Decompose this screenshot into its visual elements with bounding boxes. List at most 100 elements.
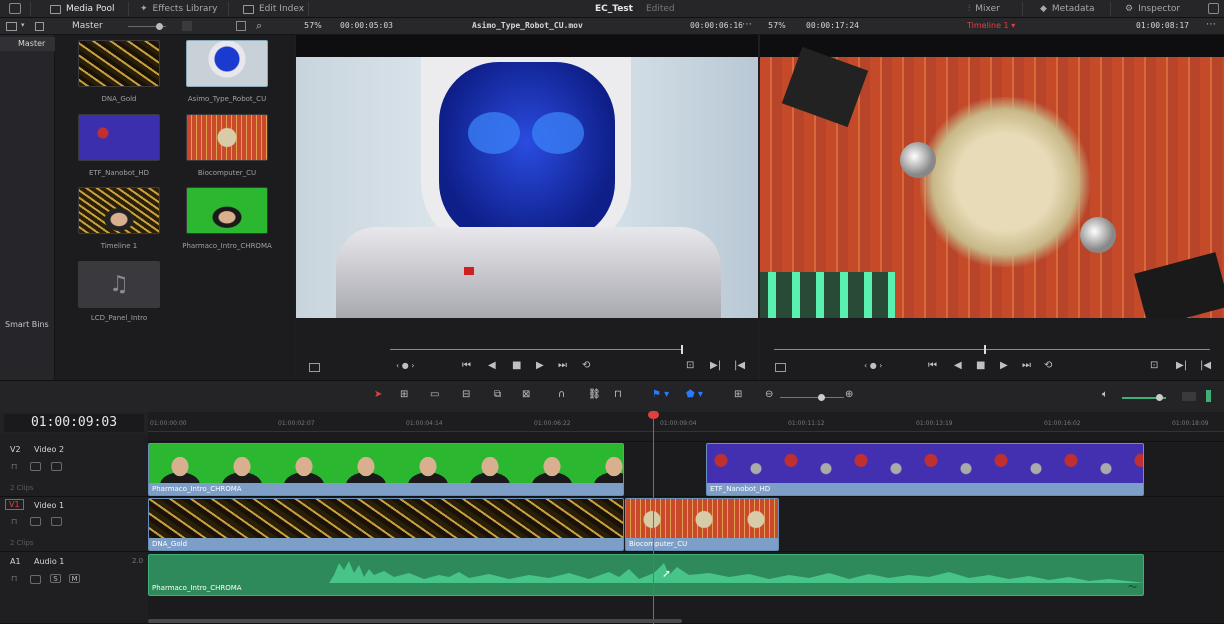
skip-start-icon[interactable]: ⏮	[928, 360, 937, 371]
pool-item[interactable]	[186, 40, 268, 87]
source-zoom[interactable]: 57%	[304, 21, 322, 30]
pool-item[interactable]	[78, 187, 160, 234]
insert-clip-icon[interactable]: ⊟	[462, 389, 470, 400]
zoom-slider[interactable]	[780, 397, 844, 398]
stop-icon[interactable]: ■	[976, 360, 985, 371]
source-viewer[interactable]	[296, 35, 758, 318]
timeline-timecode[interactable]: 01:00:09:03	[4, 414, 144, 432]
timeline-view-icon[interactable]: ⊞	[734, 389, 742, 400]
dim-icon[interactable]	[1182, 392, 1196, 401]
overwrite-clip-icon[interactable]: ⧉	[494, 389, 501, 400]
search-icon[interactable]: ⌕	[256, 19, 262, 33]
bin-master[interactable]: Master	[0, 37, 55, 51]
jog-icon[interactable]: ‹ ● ›	[864, 361, 882, 370]
source-scrubber[interactable]	[390, 349, 682, 350]
sort-icon[interactable]	[236, 21, 246, 31]
loop-icon[interactable]: ⟲	[1044, 360, 1052, 371]
source-duration: 00:00:06:16	[690, 21, 743, 30]
source-playhead[interactable]	[681, 345, 683, 354]
zoom-knob[interactable]	[818, 394, 825, 401]
speaker-icon[interactable]: 🔈︎	[1102, 389, 1108, 400]
clip-etf-nanobot[interactable]: ETF_Nanobot_HD	[706, 443, 1144, 496]
play-icon[interactable]: ▶	[536, 360, 544, 371]
effects-library-tab[interactable]: ✦ Effects Library	[140, 0, 217, 18]
pool-item[interactable]	[78, 114, 160, 161]
pool-item[interactable]	[78, 40, 160, 87]
track-id: V2	[10, 445, 21, 454]
inspector-tab[interactable]: ⚙ Inspector	[1125, 0, 1180, 18]
grid-view-icon[interactable]	[182, 21, 192, 31]
zoom-out-icon[interactable]: ⊖	[765, 389, 773, 400]
selection-tool-icon[interactable]: ➤	[374, 389, 382, 400]
media-pool-tab[interactable]: Media Pool	[50, 0, 115, 18]
timeline-scrollbar[interactable]	[148, 619, 682, 623]
play-reverse-icon[interactable]: ◀	[488, 360, 496, 371]
timeline-playhead[interactable]	[653, 412, 654, 624]
track-visibility-icon[interactable]	[51, 462, 62, 471]
flag-icon[interactable]: ⚑ ▾	[652, 389, 669, 400]
track-visibility-icon[interactable]	[51, 517, 62, 526]
panel-toggle-icon[interactable]	[6, 22, 17, 31]
pool-item-label: Pharmaco_Intro_CHROMA	[182, 242, 272, 250]
skip-end-icon[interactable]: ⏭	[1022, 360, 1031, 371]
clip-dna-gold[interactable]: DNA_Gold	[148, 498, 624, 551]
pool-item[interactable]	[186, 114, 268, 161]
volume-knob[interactable]	[1156, 394, 1163, 401]
program-scrubber[interactable]	[774, 349, 1210, 350]
lock-icon[interactable]: ⊓	[614, 389, 622, 400]
auto-select-icon[interactable]	[30, 575, 41, 584]
play-icon[interactable]: ▶	[1000, 360, 1008, 371]
timeline-selector[interactable]: Timeline 1 ▾	[967, 21, 1015, 30]
mute-button[interactable]: M	[69, 574, 80, 583]
clip-biocomputer[interactable]: Biocomputer_CU	[625, 498, 779, 551]
skip-start-icon[interactable]: ⏮	[462, 360, 471, 371]
auto-select-icon[interactable]	[30, 517, 41, 526]
stop-icon[interactable]: ■	[512, 360, 521, 371]
lock-icon[interactable]: ⊓	[11, 574, 17, 583]
clip-pharmaco-chroma[interactable]: Pharmaco_Intro_CHROMA	[148, 443, 624, 496]
lock-icon[interactable]: ⊓	[11, 462, 17, 471]
replace-clip-icon[interactable]: ⊠	[522, 389, 530, 400]
marker-icon[interactable]: ⬟ ▾	[686, 389, 703, 400]
viewer-mode-icon[interactable]	[775, 363, 786, 372]
workspace-menu-icon[interactable]	[9, 3, 21, 14]
program-zoom[interactable]: 57%	[768, 21, 786, 30]
edit-index-tab[interactable]: Edit Index	[243, 0, 304, 18]
viewer-mode-icon[interactable]	[309, 363, 320, 372]
solo-button[interactable]: S	[50, 574, 61, 583]
more-options-icon[interactable]: ⋯	[742, 19, 752, 30]
playhead-handle[interactable]	[648, 411, 659, 419]
match-frame-icon[interactable]: ⊡	[686, 360, 694, 371]
link-icon[interactable]: ⛓	[588, 389, 601, 400]
fade-handle-icon[interactable]: 〜	[1128, 580, 1137, 593]
loop-icon[interactable]: ⟲	[582, 360, 590, 371]
blade-tool-icon[interactable]: ▭	[430, 389, 439, 400]
layout-icon[interactable]	[1208, 3, 1219, 14]
prev-edit-icon[interactable]: |◀	[734, 360, 745, 371]
trim-tool-icon[interactable]: ⊞	[400, 389, 408, 400]
mark-out-icon[interactable]: ▶|	[710, 360, 721, 371]
mixer-tab[interactable]: ⫶ Mixer	[968, 0, 1000, 18]
program-viewer[interactable]	[760, 35, 1224, 328]
program-options-icon[interactable]: ⋯	[1206, 19, 1216, 30]
skip-end-icon[interactable]: ⏭	[558, 360, 567, 371]
mark-out-icon[interactable]: ▶|	[1176, 360, 1187, 371]
chevron-down-icon[interactable]: ▾	[21, 21, 25, 29]
match-frame-icon[interactable]: ⊡	[1150, 360, 1158, 371]
prev-edit-icon[interactable]: |◀	[1200, 360, 1211, 371]
track-id[interactable]: V1	[5, 499, 24, 510]
dna-gold-thumbnail	[78, 40, 160, 87]
pool-item[interactable]: ♫	[78, 261, 160, 308]
metadata-tab[interactable]: ◆ Metadata	[1040, 0, 1095, 18]
lock-icon[interactable]: ⊓	[11, 517, 17, 526]
program-playhead[interactable]	[984, 345, 986, 354]
snapping-icon[interactable]: ∩	[558, 389, 565, 400]
pool-item[interactable]	[186, 187, 268, 234]
jog-icon[interactable]: ‹ ● ›	[396, 361, 414, 370]
slider-knob[interactable]	[156, 23, 163, 30]
play-reverse-icon[interactable]: ◀	[954, 360, 962, 371]
zoom-in-icon[interactable]: ⊕	[845, 389, 853, 400]
audio-clip-pharmaco[interactable]: Pharmaco_Intro_CHROMA 〜	[148, 554, 1145, 596]
auto-select-icon[interactable]	[30, 462, 41, 471]
list-view-icon[interactable]	[35, 22, 44, 31]
